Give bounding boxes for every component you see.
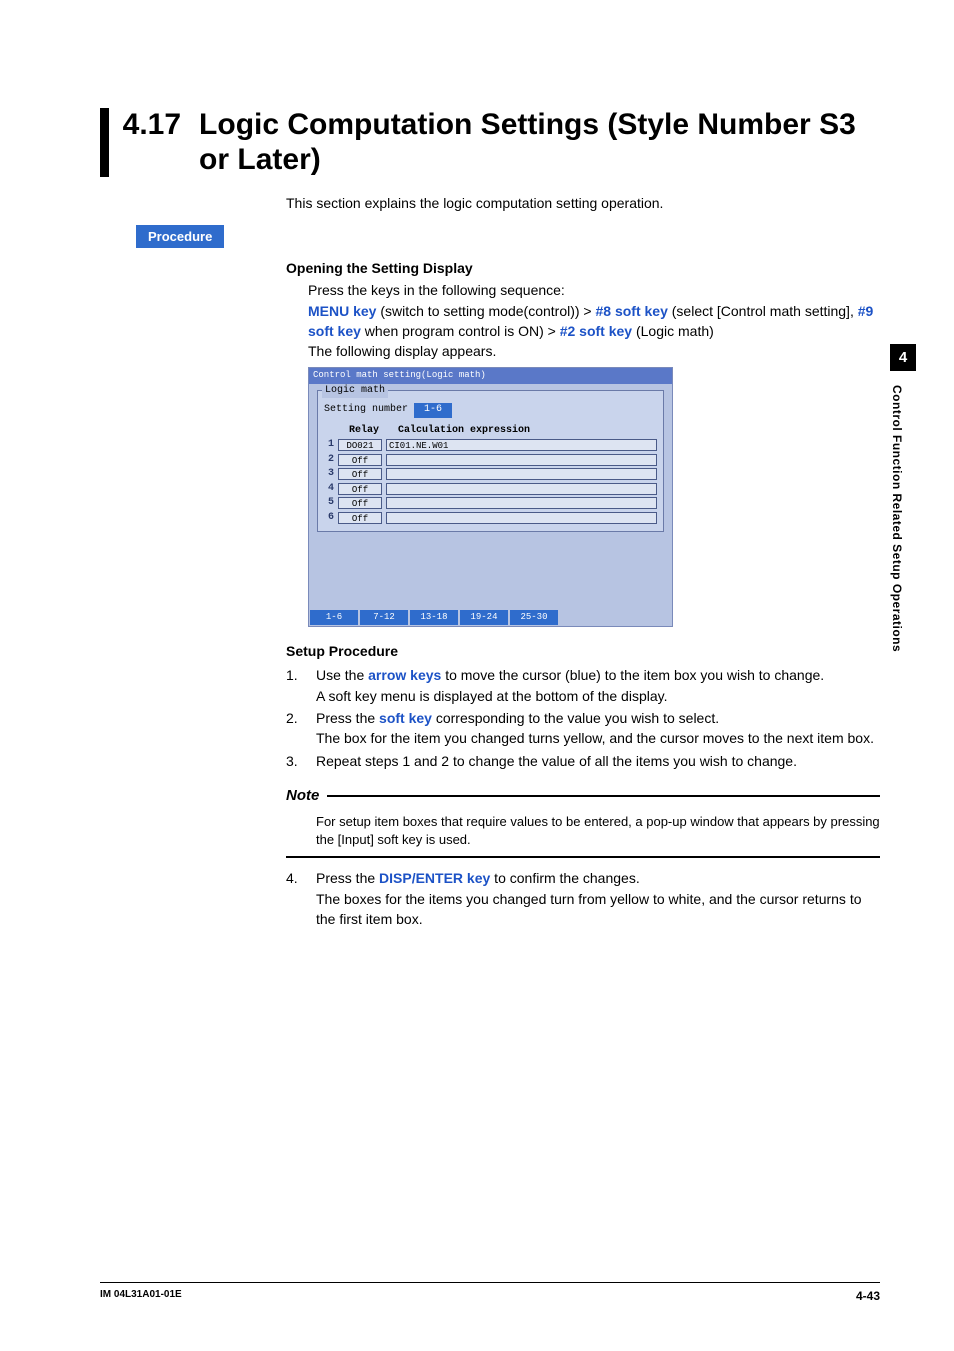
step-extra: The boxes for the items you changed turn… xyxy=(316,889,880,930)
row-index: 5 xyxy=(324,496,338,511)
procedure-label: Procedure xyxy=(136,225,224,248)
col-head-calc: Calculation expression xyxy=(398,424,657,439)
key-name: soft key xyxy=(379,710,432,726)
opening-lead: Press the keys in the following sequence… xyxy=(308,280,880,300)
screenshot-row: 5Off xyxy=(324,496,657,511)
screenshot-titlebar: Control math setting(Logic math) xyxy=(309,368,672,383)
relay-cell[interactable]: Off xyxy=(338,468,382,480)
step-text: Repeat steps 1 and 2 to change the value… xyxy=(316,753,797,769)
step-row: 3.Repeat steps 1 and 2 to change the val… xyxy=(286,751,880,771)
step-extra: A soft key menu is displayed at the bott… xyxy=(316,686,880,706)
step-text: Use the xyxy=(316,667,368,683)
step-text: corresponding to the value you wish to s… xyxy=(432,710,719,726)
setting-number-label: Setting number xyxy=(324,403,408,418)
step-number: 3. xyxy=(286,751,316,771)
screenshot-tab-bar: 1-67-1213-1819-2425-30 xyxy=(309,610,672,626)
step-text: Press the xyxy=(316,710,379,726)
section-title-row: 4.17 Logic Computation Settings (Style N… xyxy=(100,108,880,177)
page-footer: IM 04L31A01-01E 4-43 xyxy=(100,1282,880,1303)
relay-cell[interactable]: Off xyxy=(338,454,382,466)
step-number: 1. xyxy=(286,665,316,706)
screenshot-tab[interactable]: 19-24 xyxy=(460,610,508,625)
footer-doc-id: IM 04L31A01-01E xyxy=(100,1289,182,1303)
screenshot-row: 6Off xyxy=(324,511,657,526)
intro-text: This section explains the logic computat… xyxy=(286,195,880,211)
title-bar xyxy=(100,108,109,177)
menu-key: MENU key xyxy=(308,303,376,319)
section-number: 4.17 xyxy=(123,108,181,143)
seq-text: (switch to setting mode(control)) > xyxy=(376,303,595,319)
opening-heading: Opening the Setting Display xyxy=(286,258,880,278)
screenshot-row: 3Off xyxy=(324,467,657,482)
softkey-2: #2 soft key xyxy=(560,323,632,339)
row-index: 4 xyxy=(324,482,338,497)
note-end-rule xyxy=(286,856,880,858)
calc-expression-cell[interactable] xyxy=(386,454,657,466)
calc-expression-cell[interactable] xyxy=(386,512,657,524)
screenshot-row: 1DO021 CI01.NE.W01 xyxy=(324,438,657,453)
row-index: 1 xyxy=(324,438,338,453)
screenshot-row: 4Off xyxy=(324,482,657,497)
col-head-relay: Relay xyxy=(342,424,386,439)
note-label-row: Note xyxy=(286,785,880,807)
side-tab-chapter: 4 xyxy=(890,344,916,371)
calc-expression-cell[interactable] xyxy=(386,468,657,480)
row-index: 2 xyxy=(324,453,338,468)
row-index: 3 xyxy=(324,467,338,482)
screenshot-row: 2Off xyxy=(324,453,657,468)
screenshot-tab[interactable]: 1-6 xyxy=(310,610,358,625)
device-screenshot: Control math setting(Logic math) Logic m… xyxy=(308,367,673,627)
step-body: Repeat steps 1 and 2 to change the value… xyxy=(316,751,880,771)
step-body: Use the arrow keys to move the cursor (b… xyxy=(316,665,880,706)
step-text: to move the cursor (blue) to the item bo… xyxy=(441,667,824,683)
step-extra: The box for the item you changed turns y… xyxy=(316,728,880,748)
note-rule xyxy=(327,795,880,797)
row-index: 6 xyxy=(324,511,338,526)
footer-page-number: 4-43 xyxy=(856,1289,880,1303)
key-name: arrow keys xyxy=(368,667,441,683)
side-tab-label: Control Function Related Setup Operation… xyxy=(890,371,904,652)
seq-text: (select [Control math setting], xyxy=(668,303,858,319)
note-label: Note xyxy=(286,785,319,807)
relay-cell[interactable]: Off xyxy=(338,497,382,509)
screenshot-tab[interactable]: 7-12 xyxy=(360,610,408,625)
note-body: For setup item boxes that require values… xyxy=(316,813,880,851)
relay-cell[interactable]: DO021 xyxy=(338,439,382,451)
calc-expression-cell[interactable] xyxy=(386,497,657,509)
softkey-8: #8 soft key xyxy=(596,303,668,319)
calc-expression-cell[interactable]: CI01.NE.W01 xyxy=(386,439,657,451)
seq-text: when program control is ON) > xyxy=(361,323,560,339)
step-text: to confirm the changes. xyxy=(490,870,639,886)
screenshot-tab[interactable]: 25-30 xyxy=(510,610,558,625)
calc-expression-cell[interactable] xyxy=(386,483,657,495)
screenshot-group-box: Logic math Setting number 1-6 Relay Calc… xyxy=(317,390,664,533)
step-number: 2. xyxy=(286,708,316,749)
key-sequence: MENU key (switch to setting mode(control… xyxy=(308,301,880,342)
setting-number-value[interactable]: 1-6 xyxy=(414,403,452,418)
step-text: Press the xyxy=(316,870,379,886)
screenshot-tab[interactable]: 13-18 xyxy=(410,610,458,625)
setup-heading: Setup Procedure xyxy=(286,641,880,661)
step-number: 4. xyxy=(286,868,316,929)
opening-follows: The following display appears. xyxy=(308,341,880,361)
relay-cell[interactable]: Off xyxy=(338,512,382,524)
disp-enter-key: DISP/ENTER key xyxy=(379,870,490,886)
side-tab: 4 Control Function Related Setup Operati… xyxy=(890,344,918,652)
step-row: 4. Press the DISP/ENTER key to confirm t… xyxy=(286,868,880,929)
seq-text: (Logic math) xyxy=(632,323,714,339)
screenshot-group-label: Logic math xyxy=(322,384,388,399)
step-body: Press the soft key corresponding to the … xyxy=(316,708,880,749)
section-title: Logic Computation Settings (Style Number… xyxy=(199,108,880,177)
step-row: 2.Press the soft key corresponding to th… xyxy=(286,708,880,749)
step-row: 1.Use the arrow keys to move the cursor … xyxy=(286,665,880,706)
relay-cell[interactable]: Off xyxy=(338,483,382,495)
